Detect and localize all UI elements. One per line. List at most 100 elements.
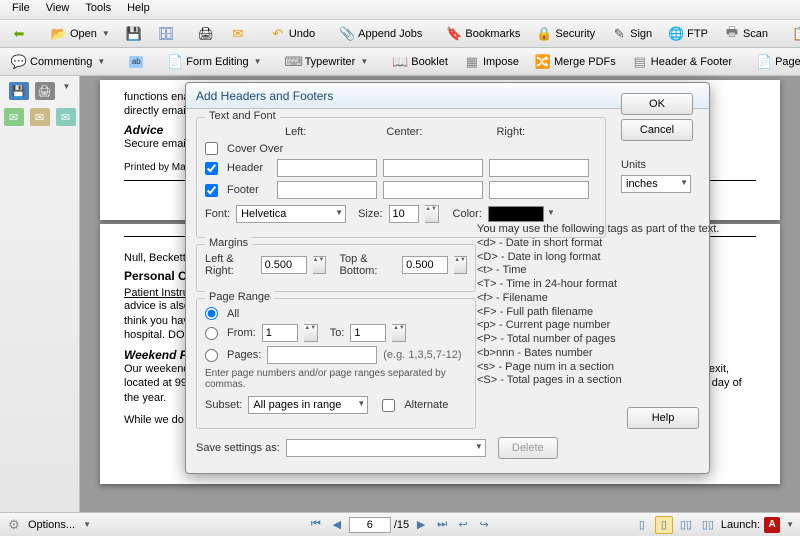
undo-button[interactable]: ↶Undo: [263, 23, 322, 45]
view-facing-cont-icon[interactable]: ▯▯: [699, 516, 717, 534]
comment-icon: 💬: [11, 54, 27, 70]
footer-checkbox[interactable]: [205, 184, 218, 197]
sidebar-save-icon[interactable]: 💾: [9, 82, 29, 100]
font-combo[interactable]: Helvetica: [236, 205, 346, 223]
merge-icon: 🔀: [535, 54, 551, 70]
sidebar-mail2-icon[interactable]: ✉: [30, 108, 50, 126]
range-from-radio[interactable]: [205, 327, 218, 340]
units-combo[interactable]: inches: [621, 175, 691, 193]
sign-button[interactable]: ✎Sign: [604, 23, 659, 45]
font-label: Font:: [205, 208, 230, 220]
page-nav: ⏮ ◀ /15 ▶ ⏭ ↩ ↪: [307, 516, 493, 534]
footer-left-input[interactable]: [277, 181, 377, 199]
lr-margin-input[interactable]: [261, 256, 307, 274]
pagetool-label: Page Tool: [775, 56, 800, 68]
cover-over-checkbox[interactable]: [205, 142, 218, 155]
tb-spinner[interactable]: ▲▼: [454, 256, 467, 274]
append-button[interactable]: 📎Append Jobs: [332, 23, 429, 45]
to-spinner[interactable]: ▲▼: [392, 324, 406, 342]
ok-button[interactable]: OK: [621, 93, 693, 115]
typewriter-button[interactable]: ⌨Typewriter▼: [279, 51, 376, 73]
range-pages-radio[interactable]: [205, 349, 218, 362]
commenting-button[interactable]: 💬Commenting▼: [4, 51, 112, 73]
left-col-label: Left:: [285, 126, 306, 138]
sidebar-mail1-icon[interactable]: ✉: [4, 108, 24, 126]
saveall-button[interactable]: 🗄: [151, 23, 181, 45]
help-button-dialog[interactable]: Help: [627, 407, 699, 429]
menu-help[interactable]: Help: [119, 0, 158, 19]
sidebar-drop-icon[interactable]: ▼: [63, 82, 71, 100]
adobe-icon[interactable]: A: [764, 517, 780, 533]
footer-right-input[interactable]: [489, 181, 589, 199]
ftp-button[interactable]: 🌐FTP: [661, 23, 715, 45]
impose-button[interactable]: ▦Impose: [457, 51, 526, 73]
view-single-icon[interactable]: ▯: [633, 516, 651, 534]
security-button[interactable]: 🔒Security: [529, 23, 602, 45]
nav-last-icon[interactable]: ⏭: [433, 516, 451, 534]
color-picker[interactable]: [488, 206, 544, 222]
header-right-input[interactable]: [489, 159, 589, 177]
undo-icon: ↶: [270, 26, 286, 42]
lr-spinner[interactable]: ▲▼: [313, 256, 326, 274]
nav-back-icon[interactable]: ↩: [454, 516, 472, 534]
nav-fwd-icon[interactable]: ↪: [475, 516, 493, 534]
impose-label: Impose: [483, 56, 519, 68]
range-all-radio[interactable]: [205, 307, 218, 320]
append-label: Append Jobs: [358, 28, 422, 40]
nav-prev-icon[interactable]: ◀: [328, 516, 346, 534]
sidebar-print-icon[interactable]: 🖨: [35, 82, 55, 100]
range-to-input[interactable]: [350, 324, 386, 342]
save-button[interactable]: 💾: [119, 23, 149, 45]
cancel-button[interactable]: Cancel: [621, 119, 693, 141]
range-pages-input[interactable]: [267, 346, 377, 364]
margins-group-label: Margins: [205, 237, 252, 249]
nav-next-icon[interactable]: ▶: [412, 516, 430, 534]
range-from-label: From:: [227, 327, 256, 339]
menu-tools[interactable]: Tools: [77, 0, 119, 19]
bookmarks-button[interactable]: 🔖Bookmarks: [439, 23, 527, 45]
alternate-checkbox[interactable]: [382, 399, 395, 412]
formediting-button[interactable]: 📄Form Editing▼: [160, 51, 268, 73]
header-checkbox[interactable]: [205, 162, 218, 175]
headerfooter-button[interactable]: ▤Header & Footer: [625, 51, 739, 73]
undo-label: Undo: [289, 28, 315, 40]
merge-button[interactable]: 🔀Merge PDFs: [528, 51, 623, 73]
highlight-button[interactable]: ab: [122, 53, 150, 71]
back-button[interactable]: ⬅: [4, 23, 34, 45]
tb-margin-input[interactable]: [402, 256, 448, 274]
pagetool-button[interactable]: 📄Page Tool▼: [749, 51, 800, 73]
nav-first-icon[interactable]: ⏮: [307, 516, 325, 534]
globe-icon: 🌐: [668, 26, 684, 42]
toolbar-secondary: 💬Commenting▼ ab 📄Form Editing▼ ⌨Typewrit…: [0, 48, 800, 76]
subset-combo[interactable]: All pages in range: [248, 396, 368, 414]
view-cont-icon[interactable]: ▯: [655, 516, 673, 534]
typewriter-label: Typewriter: [305, 56, 356, 68]
page-number-input[interactable]: [349, 517, 391, 533]
formfiller-button[interactable]: 📋Form Filler: [785, 23, 800, 45]
delete-settings-button[interactable]: Delete: [498, 437, 558, 459]
from-spinner[interactable]: ▲▼: [304, 324, 318, 342]
booklet-button[interactable]: 📖Booklet: [385, 51, 455, 73]
view-facing-icon[interactable]: ▯▯: [677, 516, 695, 534]
open-button[interactable]: 📂Open▼: [44, 23, 117, 45]
typewriter-icon: ⌨: [286, 54, 302, 70]
print-button[interactable]: 🖨: [191, 23, 221, 45]
header-left-input[interactable]: [277, 159, 377, 177]
subset-label: Subset:: [205, 399, 242, 411]
bookmark-icon: 🔖: [446, 26, 462, 42]
range-from-input[interactable]: [262, 324, 298, 342]
lr-margin-label: Left & Right:: [205, 253, 255, 277]
scan-button[interactable]: 🖶Scan: [717, 23, 775, 45]
options-button[interactable]: Options...: [28, 519, 75, 531]
header-center-input[interactable]: [383, 159, 483, 177]
gear-icon[interactable]: ⚙: [6, 517, 22, 533]
mail-button[interactable]: ✉: [223, 23, 253, 45]
scan-label: Scan: [743, 28, 768, 40]
sidebar-mail3-icon[interactable]: ✉: [56, 108, 76, 126]
size-input[interactable]: [389, 205, 419, 223]
size-spinner[interactable]: ▲▼: [425, 205, 439, 223]
save-settings-combo[interactable]: [286, 439, 486, 457]
footer-center-input[interactable]: [383, 181, 483, 199]
menu-file[interactable]: File: [4, 0, 38, 19]
menu-view[interactable]: View: [38, 0, 78, 19]
